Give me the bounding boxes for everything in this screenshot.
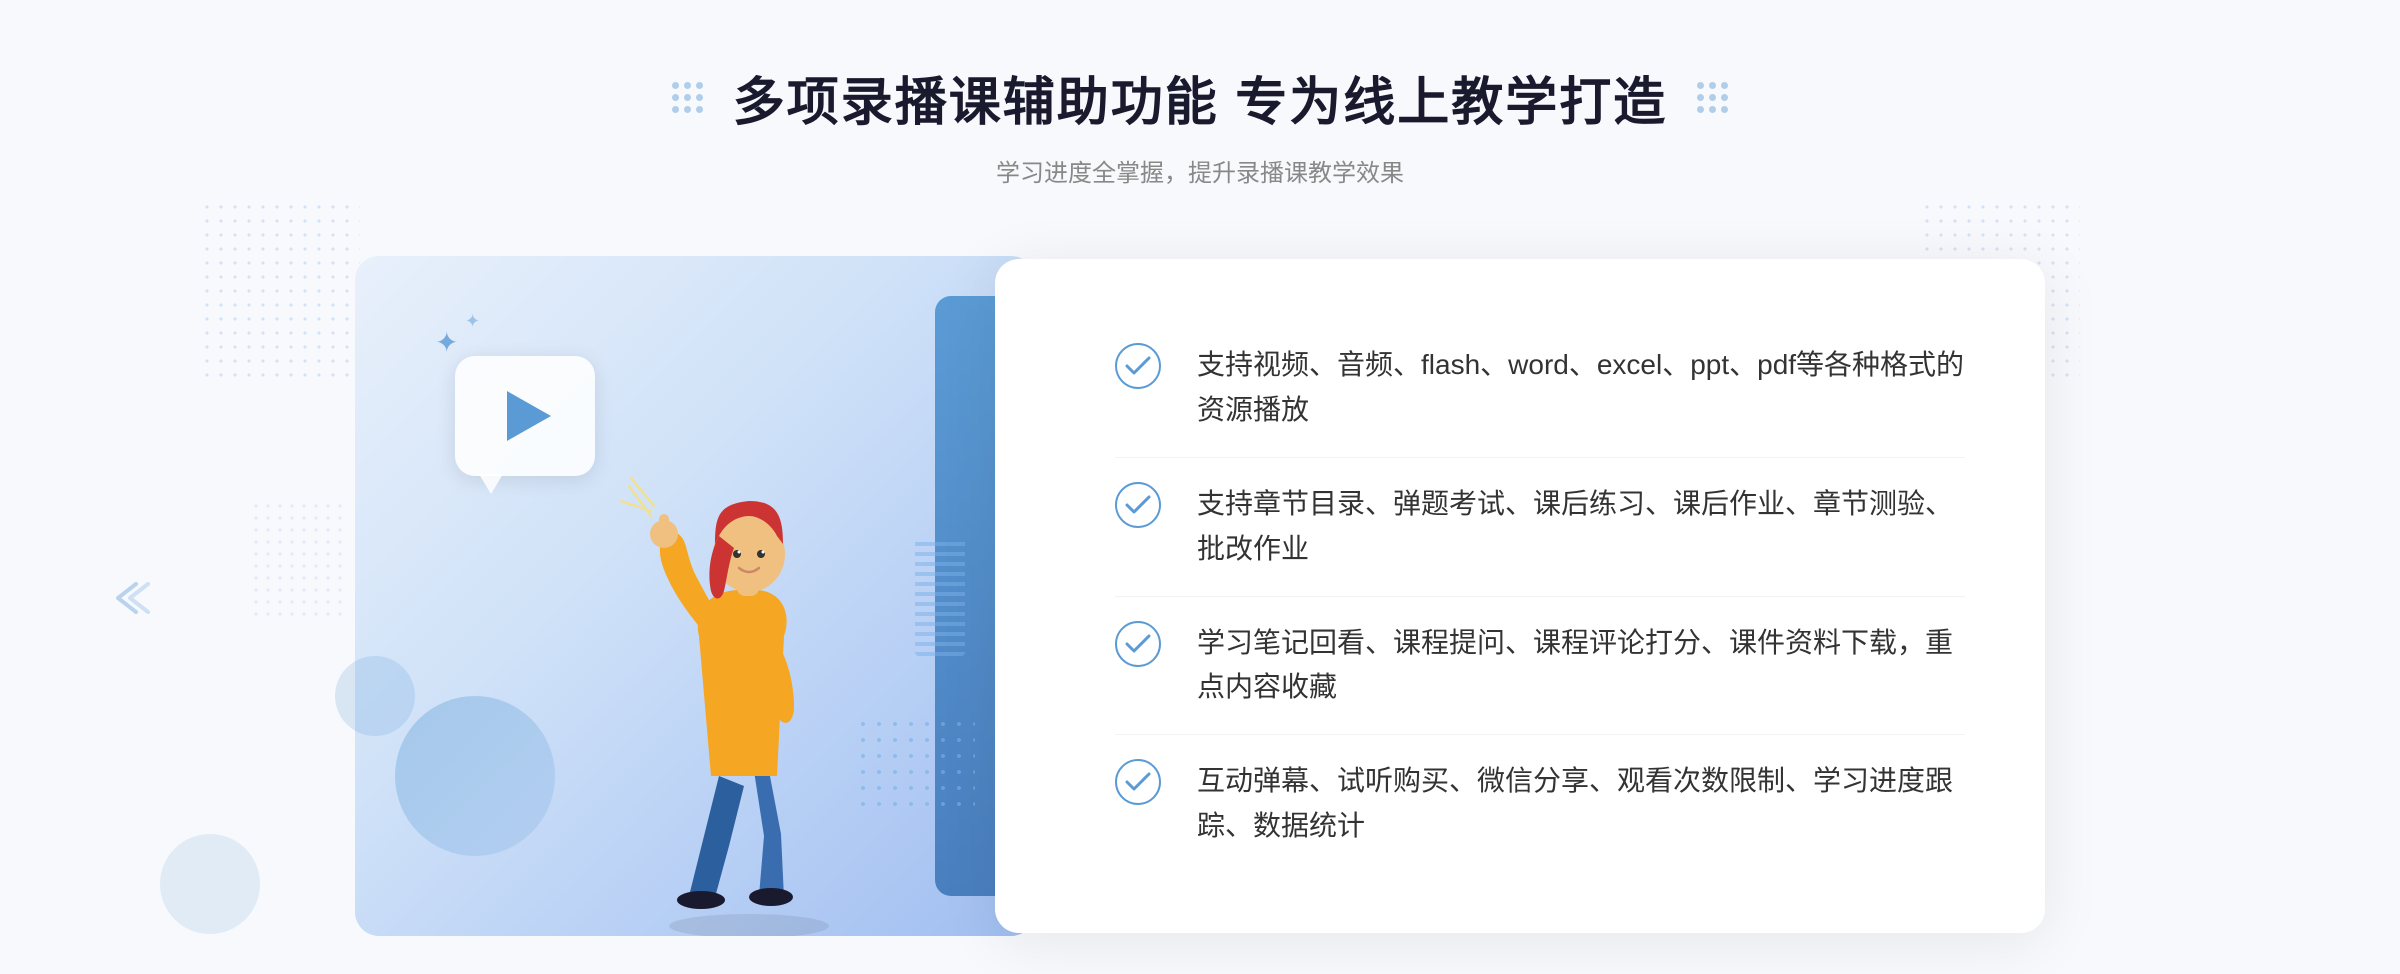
check-circle-2 (1115, 482, 1161, 528)
play-triangle-icon (507, 391, 551, 441)
page-main-title: 多项录播课辅助功能 专为线上教学打造 (733, 60, 1667, 135)
right-dot-grid-icon (1697, 82, 1728, 113)
content-area: ✦ ✦ (0, 218, 2400, 974)
play-bubble-bg (455, 356, 595, 476)
feature-item-3: 学习笔记回看、课程提问、课程评论打分、课件资料下载，重点内容收藏 (1115, 597, 1965, 736)
check-circle-4 (1115, 759, 1161, 805)
feature-text-1: 支持视频、音频、flash、word、excel、ppt、pdf等各种格式的资源… (1197, 343, 1965, 433)
illustration-card: ✦ ✦ (355, 256, 1035, 936)
check-circle-1 (1115, 343, 1161, 389)
page-container: 多项录播课辅助功能 专为线上教学打造 学习进度全掌握，提升录播课教学效果 (0, 0, 2400, 974)
page-subtitle: 学习进度全掌握，提升录播课教学效果 (0, 153, 2400, 188)
left-dot-grid-icon (672, 82, 703, 113)
check-circle-3 (1115, 621, 1161, 667)
feature-text-3: 学习笔记回看、课程提问、课程评论打分、课件资料下载，重点内容收藏 (1197, 621, 1965, 711)
sparkle-icon: ✦ (435, 326, 458, 359)
feature-item-2: 支持章节目录、弹题考试、课后练习、课后作业、章节测验、批改作业 (1115, 458, 1965, 597)
header-section: 多项录播课辅助功能 专为线上教学打造 学习进度全掌握，提升录播课教学效果 (0, 0, 2400, 218)
feature-text-4: 互动弹幕、试听购买、微信分享、观看次数限制、学习进度跟踪、数据统计 (1197, 759, 1965, 849)
bg-dots-decoration-left2 (250, 500, 350, 620)
chevron-left-icon (108, 580, 158, 626)
person-illustration (599, 416, 919, 936)
deco-circle-bottom (160, 834, 260, 934)
play-bubble (455, 356, 615, 496)
bg-dots-decoration-left (200, 200, 360, 380)
striped-decoration (915, 536, 965, 656)
circle-blue-small (335, 656, 415, 736)
circle-blue-large (395, 696, 555, 856)
feature-item-1: 支持视频、音频、flash、word、excel、ppt、pdf等各种格式的资源… (1115, 319, 1965, 458)
header-decorators: 多项录播课辅助功能 专为线上教学打造 (0, 60, 2400, 135)
features-card: 支持视频、音频、flash、word、excel、ppt、pdf等各种格式的资源… (995, 259, 2045, 932)
feature-text-2: 支持章节目录、弹题考试、课后练习、课后作业、章节测验、批改作业 (1197, 482, 1965, 572)
feature-item-4: 互动弹幕、试听购买、微信分享、观看次数限制、学习进度跟踪、数据统计 (1115, 735, 1965, 873)
sparkle-small-icon: ✦ (465, 311, 480, 332)
